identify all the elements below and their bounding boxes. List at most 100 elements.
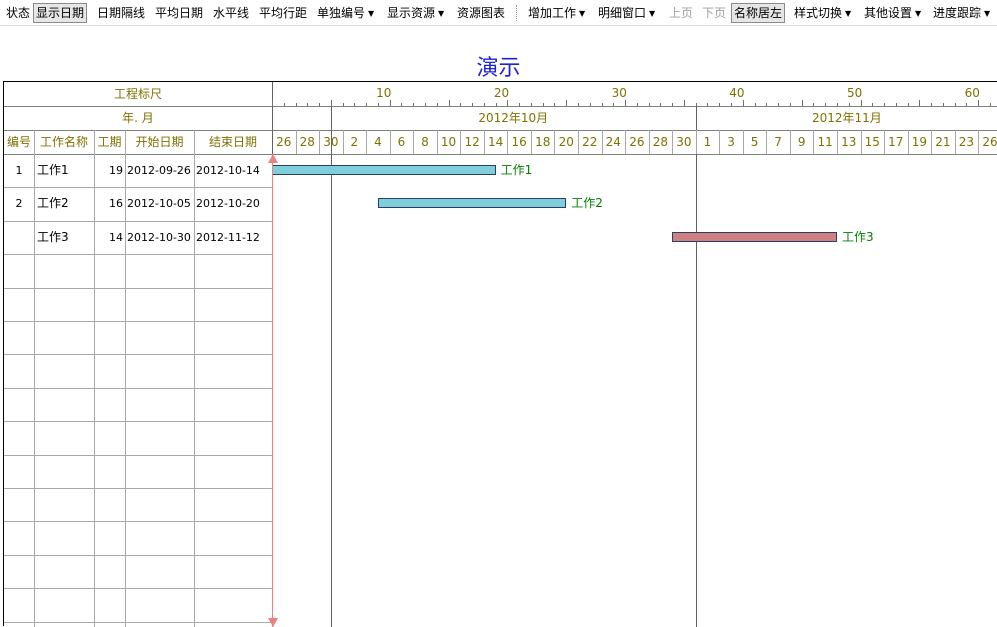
toolbar: 状态 显示日期 日期隔线 平均日期 水平线 平均行距 单独编号 ▼ 显示资源 ▼ 资源图表 增加工作 ▼…: [0, 0, 997, 26]
day-divider: [860, 130, 862, 154]
ruler-tick: [272, 100, 273, 106]
day-label: 6: [397, 135, 406, 149]
toolbar-button-12[interactable]: 下页: [699, 3, 729, 23]
toolbar-button-label: 明细窗口: [598, 6, 647, 20]
toolbar-button-7[interactable]: 显示资源 ▼: [384, 3, 447, 23]
day-divider: [530, 130, 532, 154]
task-duration: 16: [109, 197, 123, 211]
day-label: 17: [888, 135, 904, 149]
row-divider: [4, 421, 272, 423]
day-label: 21: [935, 135, 951, 149]
ruler-tick: [307, 103, 309, 106]
toolbar-button-label: 平均行距: [259, 6, 308, 20]
day-label: 28: [652, 135, 669, 149]
day-divider: [295, 130, 297, 154]
day-label: 12: [464, 135, 480, 149]
day-label: 26: [629, 135, 645, 149]
row-divider: [4, 488, 272, 489]
day-divider: [978, 130, 980, 154]
toolbar-button-5[interactable]: 平均行距: [256, 3, 310, 23]
toolbar-button-label: 增加工作: [528, 6, 577, 20]
task-start-date: 2012-10-30: [127, 230, 191, 244]
column-header: 工作名称: [39, 135, 88, 149]
toolbar-button-1[interactable]: 显示日期: [33, 3, 88, 23]
toolbar-button-0[interactable]: 状态: [3, 3, 33, 23]
today-line: [272, 154, 273, 627]
toolbar-button-11[interactable]: 上页: [666, 3, 696, 23]
column-header: 结束日期: [208, 135, 257, 149]
toolbar-button-15[interactable]: 其他设置 ▼: [861, 3, 924, 23]
day-divider: [884, 130, 886, 154]
day-divider: [319, 130, 321, 154]
task-bar[interactable]: [272, 165, 496, 175]
day-divider: [672, 130, 674, 154]
toolbar-button-label: 进度跟踪: [933, 6, 982, 20]
day-label: 9: [797, 135, 806, 149]
toolbar-button-label: 平均日期: [155, 6, 204, 20]
toolbar-separator: [516, 5, 517, 21]
toolbar-button-label: 上页: [669, 6, 694, 20]
task-name: 工作2: [37, 196, 69, 211]
day-divider: [719, 130, 721, 154]
dropdown-arrow-icon: ▼: [984, 9, 991, 18]
task-end-date: 2012-11-12: [196, 230, 260, 244]
task-end-date: 2012-10-20: [196, 197, 260, 211]
day-divider: [342, 130, 344, 154]
toolbar-button-8[interactable]: 资源图表: [454, 3, 508, 23]
month-divider: [330, 106, 332, 627]
dropdown-arrow-icon: ▼: [649, 9, 656, 18]
ruler-number: 10: [376, 86, 392, 100]
toolbar-button-4[interactable]: 水平线: [210, 3, 252, 23]
page-title: 演示: [476, 56, 521, 81]
column-header: 开始日期: [135, 135, 184, 149]
dropdown-arrow-icon: ▼: [579, 9, 586, 18]
toolbar-button-3[interactable]: 平均日期: [152, 3, 206, 23]
toolbar-button-13[interactable]: 名称居左: [731, 3, 786, 23]
task-bar-label: 工作3: [841, 229, 874, 244]
ruler-tick: [295, 103, 297, 106]
toolbar-button-10[interactable]: 明细窗口 ▼: [595, 3, 658, 23]
day-divider: [483, 130, 485, 154]
row-divider: [4, 254, 272, 256]
dropdown-arrow-icon: ▼: [915, 9, 922, 18]
day-label: 19: [911, 135, 927, 149]
gantt-grid: 工程标尺 年. 月 编号 工作名称 工期 开始日期 结束日期 10 20 30 40 50 60 20…: [3, 81, 997, 627]
day-label: 11: [817, 135, 833, 149]
dropdown-arrow-icon: ▼: [438, 9, 445, 18]
yearmonth-label: 年. 月: [122, 111, 154, 125]
task-start-date: 2012-09-26: [127, 164, 191, 177]
day-label: 5: [750, 135, 759, 149]
day-divider: [789, 130, 791, 154]
row-divider: [4, 321, 272, 322]
day-divider: [460, 130, 462, 154]
task-id: 2: [15, 197, 23, 211]
task-id: 1: [15, 164, 23, 177]
row-divider: [4, 387, 272, 389]
toolbar-button-label: 单独编号: [317, 6, 366, 20]
row-divider: [4, 454, 272, 456]
column-header: 编号: [6, 135, 31, 149]
day-label: 4: [374, 135, 382, 149]
task-bar[interactable]: [377, 198, 567, 209]
column-divider: [194, 130, 195, 627]
ruler-tick: [283, 103, 285, 106]
day-divider: [648, 130, 650, 154]
day-label: 15: [864, 135, 880, 149]
day-divider: [578, 130, 580, 154]
toolbar-button-14[interactable]: 样式切换 ▼: [791, 3, 854, 23]
toolbar-button-label: 日期隔线: [97, 6, 146, 20]
ruler-tick: [319, 103, 321, 106]
day-divider: [507, 130, 509, 154]
toolbar-button-6[interactable]: 单独编号 ▼: [314, 3, 377, 23]
task-end-date: 2012-10-14: [196, 164, 260, 177]
toolbar-button-9[interactable]: 增加工作 ▼: [525, 3, 588, 23]
toolbar-button-2[interactable]: 日期隔线: [94, 3, 148, 23]
day-divider: [836, 130, 838, 154]
row-divider: [4, 287, 272, 289]
task-bar[interactable]: [672, 231, 837, 242]
day-divider: [366, 130, 368, 154]
toolbar-button-16[interactable]: 进度跟踪 ▼: [930, 3, 993, 23]
task-duration: 19: [109, 164, 123, 177]
dropdown-arrow-icon: ▼: [368, 9, 375, 18]
row-divider: [4, 588, 272, 590]
